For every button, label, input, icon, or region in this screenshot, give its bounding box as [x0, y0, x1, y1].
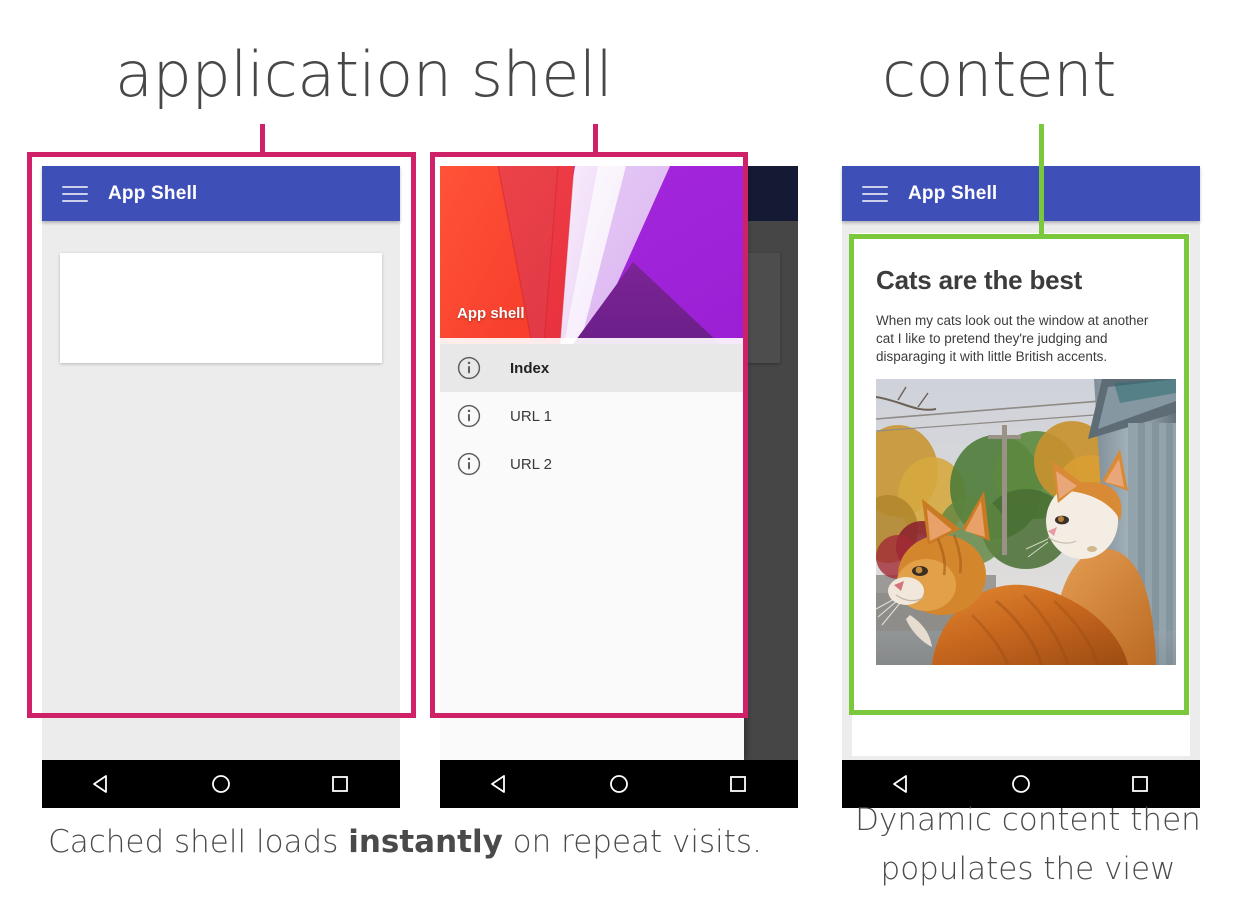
connector-stem-app-shell-1 — [260, 124, 265, 156]
skeleton-placeholder-card — [60, 253, 382, 363]
drawer-item-url-2[interactable]: URL 2 — [440, 440, 744, 488]
drawer-item-url-1[interactable]: URL 1 — [440, 392, 744, 440]
phone-mockup-app-shell-drawer: App shell Index URL 1 URL 2 — [440, 166, 798, 808]
drawer-hero-label: App shell — [457, 305, 525, 322]
recents-square-icon[interactable] — [727, 773, 749, 795]
caption-left: Cached shell loads instantly on repeat v… — [0, 824, 810, 860]
drawer-item-label: URL 2 — [510, 455, 552, 473]
app-bar-title: App Shell — [108, 182, 198, 204]
back-triangle-icon[interactable] — [91, 773, 113, 795]
home-circle-icon[interactable] — [608, 773, 630, 795]
drawer-overlay-stack: App shell Index URL 1 URL 2 — [440, 166, 798, 760]
app-bar: App Shell — [42, 166, 400, 221]
back-triangle-icon[interactable] — [489, 773, 511, 795]
app-bar: App Shell — [842, 166, 1200, 221]
article-heading: Cats are the best — [876, 265, 1083, 295]
home-circle-icon[interactable] — [1010, 773, 1032, 795]
caption-right: Dynamic content then populates the view — [818, 796, 1238, 894]
phone-mockup-app-shell-skeleton: App Shell — [42, 166, 400, 808]
annotation-label-content: content — [882, 38, 1116, 111]
drawer-item-label: Index — [510, 359, 550, 377]
info-circle-icon — [456, 355, 482, 381]
hamburger-menu-icon[interactable] — [862, 185, 888, 202]
phone-screen: Cats are the best When my cats look out … — [842, 221, 1200, 760]
home-circle-icon[interactable] — [210, 773, 232, 795]
caption-right-line-2: populates the view — [880, 850, 1176, 887]
android-nav-bar — [440, 760, 798, 808]
drawer-item-index[interactable]: Index — [440, 344, 744, 392]
info-circle-icon — [456, 403, 482, 429]
android-nav-bar — [42, 760, 400, 808]
drawer-menu-list: Index URL 1 URL 2 — [440, 344, 744, 488]
back-triangle-icon[interactable] — [891, 773, 913, 795]
connector-stem-app-shell-2 — [593, 124, 598, 156]
phone-screen — [42, 221, 400, 760]
app-bar-title: App Shell — [908, 182, 998, 204]
hamburger-menu-icon[interactable] — [62, 185, 88, 202]
connector-stem-content — [1039, 124, 1044, 238]
info-circle-icon — [456, 451, 482, 477]
article-photo — [876, 379, 1176, 666]
caption-left-suffix: on repeat visits. — [502, 824, 762, 860]
caption-left-prefix: Cached shell loads — [48, 824, 349, 860]
phone-mockup-content-populated: App Shell Cats are the best When my cats… — [842, 166, 1200, 808]
article-card: Cats are the best When my cats look out … — [852, 233, 1190, 756]
navigation-drawer: App shell Index URL 1 URL 2 — [440, 166, 744, 760]
caption-left-bold: instantly — [348, 824, 503, 860]
drawer-item-label: URL 1 — [510, 407, 552, 425]
article-body: When my cats look out the window at anot… — [876, 313, 1149, 364]
drawer-hero-image: App shell — [440, 166, 744, 344]
caption-right-line-1: Dynamic content then — [855, 802, 1201, 838]
annotation-label-application-shell: application shell — [115, 38, 613, 111]
recents-square-icon[interactable] — [329, 773, 351, 795]
recents-square-icon[interactable] — [1129, 773, 1151, 795]
two-orange-cats-looking-out-window — [876, 379, 1176, 666]
